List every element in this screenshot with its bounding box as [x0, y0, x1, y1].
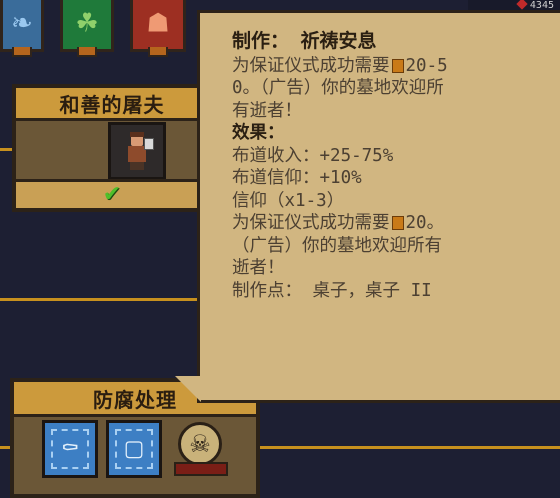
tooltip-ad-line: （广告）你的墓地欢迎所有	[232, 235, 442, 256]
blueprint-slot-frame[interactable]: ▢	[106, 420, 162, 478]
faith-arrow-icon	[391, 58, 404, 73]
card-footer: ✔	[16, 179, 208, 208]
gem-icon	[516, 0, 528, 10]
book-icon	[174, 462, 228, 476]
frame-blueprint-icon: ▢	[123, 436, 145, 462]
card-header: 和善的屠夫	[16, 88, 208, 121]
requirement-text: 为保证仪式成功需要	[232, 213, 390, 233]
effect-sermon-faith: 布道信仰：+10%	[232, 168, 362, 188]
book-icon: ☗	[146, 8, 170, 38]
card-kind-butcher[interactable]: 和善的屠夫 ✔	[12, 84, 212, 212]
top-tile-book[interactable]: ☗	[130, 0, 186, 57]
tooltip-ad-line: 有逝者！	[232, 100, 302, 121]
tooltip-content: 制作： 祈祷安息 为保证仪式成功需要 20-5 0。（广告）你的墓地欢迎所 有逝者…	[232, 30, 542, 302]
tile-base	[148, 47, 168, 57]
tooltip-ad-line: 0。（广告）你的墓地欢迎所	[232, 78, 444, 98]
tooltip-ad-line: 逝者！	[232, 258, 285, 278]
butcher-icon	[122, 132, 154, 170]
tile-base	[12, 47, 32, 57]
skull-icon: ☠	[178, 422, 222, 466]
tooltip-pointer	[175, 376, 201, 402]
skull-book-slot[interactable]: ☠	[172, 420, 228, 478]
coffin-blueprint-icon: ⚰	[60, 436, 80, 462]
requirement-text: 为保证仪式成功需要	[232, 55, 390, 76]
faith-arrow-icon	[391, 216, 404, 230]
tooltip-craft-points: 制作点： 桌子，桌子 II	[232, 280, 432, 301]
butcher-portrait[interactable]	[108, 122, 166, 180]
requirement-value: 20。	[405, 213, 445, 233]
card-title: 防腐处理	[93, 387, 177, 412]
effect-sermon-income: 布道收入：+25-75%	[232, 145, 394, 166]
checkmark-icon: ✔	[102, 182, 122, 207]
requirement-value: 20-5	[405, 55, 448, 76]
effect-faith: 信仰（x1-3）	[232, 190, 345, 211]
tooltip-effects-label: 效果：	[232, 123, 285, 143]
tile-base	[77, 47, 97, 57]
tooltip-requirement-line: 为保证仪式成功需要 20-5	[232, 55, 542, 78]
top-tile-feather[interactable]: ❧	[0, 0, 44, 57]
top-tile-leaf[interactable]: ☘	[60, 0, 114, 57]
card-title: 和善的屠夫	[59, 92, 165, 117]
blueprint-slot-coffin[interactable]: ⚰	[42, 420, 98, 478]
tooltip-requirement-line: 为保证仪式成功需要 20。	[232, 212, 542, 235]
tooltip-title: 制作： 祈祷安息	[232, 30, 377, 52]
feather-icon: ❧	[11, 8, 33, 38]
leaf-icon: ☘	[75, 8, 99, 38]
